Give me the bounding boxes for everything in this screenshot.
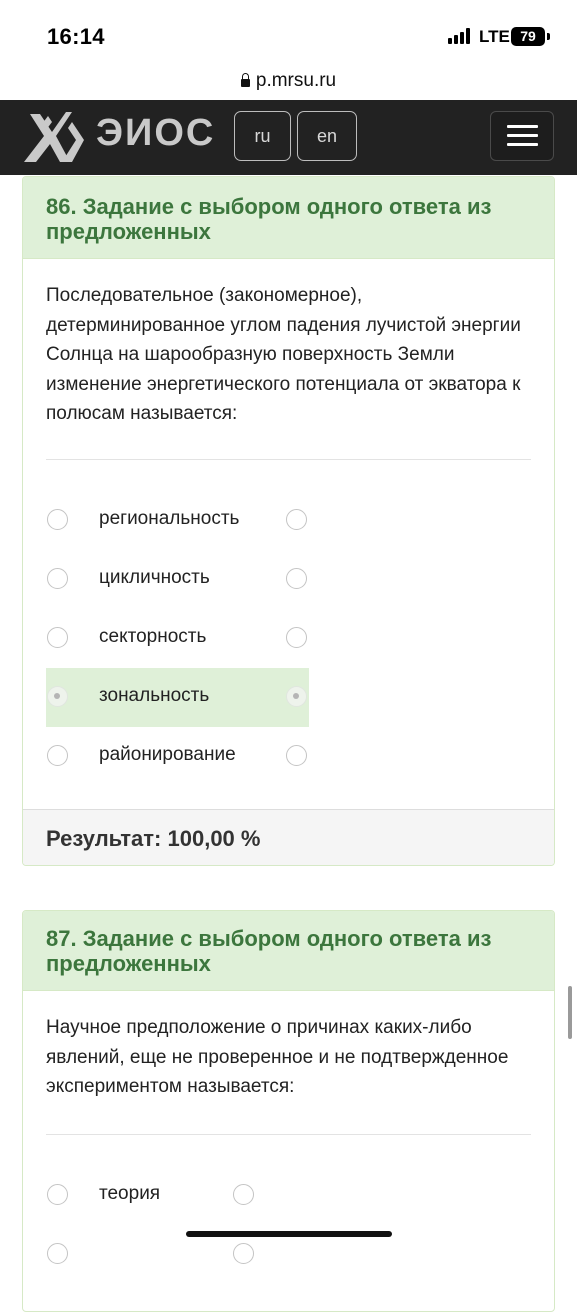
- divider: [46, 1134, 531, 1135]
- language-en-button[interactable]: en: [297, 111, 357, 161]
- signal-icon: [448, 28, 474, 44]
- site-header: ЭИОС ru en: [0, 100, 577, 175]
- result-footer: Результат: 100,00 %: [23, 809, 554, 865]
- network-type: LTE: [479, 27, 510, 46]
- question-title: 87. Задание с выбором одного ответа из п…: [23, 911, 554, 991]
- option-label: секторность: [99, 626, 207, 647]
- radio-button[interactable]: [286, 509, 307, 530]
- answer-option[interactable]: цикличность: [46, 550, 309, 609]
- status-time: 16:14: [47, 24, 105, 49]
- answer-option[interactable]: теория: [46, 1166, 266, 1225]
- radio-button[interactable]: [286, 627, 307, 648]
- result-label: Результат:: [46, 826, 162, 851]
- logo-text[interactable]: ЭИОС: [96, 112, 215, 155]
- answer-option[interactable]: районирование: [46, 727, 309, 786]
- radio-button[interactable]: [47, 509, 68, 530]
- hamburger-menu-button[interactable]: [490, 111, 554, 161]
- mrsu-logo-icon[interactable]: [22, 108, 88, 164]
- question-card: 86. Задание с выбором одного ответа из п…: [22, 176, 555, 866]
- browser-address-bar[interactable]: p.mrsu.ru: [0, 62, 577, 100]
- result-value: 100,00 %: [167, 826, 261, 851]
- radio-button-checked[interactable]: [47, 686, 68, 707]
- home-indicator[interactable]: [186, 1231, 392, 1237]
- radio-button[interactable]: [233, 1184, 254, 1205]
- option-label: районирование: [99, 744, 236, 765]
- answer-option[interactable]: секторность: [46, 609, 309, 668]
- radio-button[interactable]: [286, 568, 307, 589]
- scrollbar[interactable]: [568, 986, 572, 1039]
- option-label: региональность: [99, 508, 240, 529]
- radio-button[interactable]: [47, 745, 68, 766]
- question-title: 86. Задание с выбором одного ответа из п…: [23, 177, 554, 259]
- question-text: Научное предположение о причинах каких-л…: [46, 1017, 509, 1097]
- radio-button[interactable]: [233, 1243, 254, 1264]
- option-label: цикличность: [99, 567, 210, 588]
- radio-button[interactable]: [47, 1243, 68, 1264]
- radio-button[interactable]: [47, 627, 68, 648]
- battery-tip: [547, 33, 550, 40]
- url-display[interactable]: p.mrsu.ru: [0, 70, 577, 92]
- divider: [46, 459, 531, 460]
- radio-button[interactable]: [47, 1184, 68, 1205]
- option-label: зональность: [99, 685, 210, 706]
- answer-option[interactable]: региональность: [46, 491, 309, 550]
- battery-icon: 79: [511, 27, 545, 46]
- radio-button[interactable]: [286, 745, 307, 766]
- lock-icon: [240, 73, 250, 87]
- radio-button-checked[interactable]: [286, 686, 307, 707]
- radio-button[interactable]: [47, 568, 68, 589]
- result-text: Результат: 100,00 %: [46, 826, 260, 852]
- answer-option-selected[interactable]: зональность: [46, 668, 309, 727]
- language-ru-button[interactable]: ru: [234, 111, 291, 161]
- question-text: Последовательное (закономерное), детерми…: [46, 285, 521, 424]
- question-card: 87. Задание с выбором одного ответа из п…: [22, 910, 555, 1312]
- status-bar: 16:14 LTE 79: [0, 0, 577, 62]
- hamburger-icon: [507, 125, 538, 128]
- option-label: теория: [99, 1183, 161, 1204]
- url-text: p.mrsu.ru: [255, 70, 337, 91]
